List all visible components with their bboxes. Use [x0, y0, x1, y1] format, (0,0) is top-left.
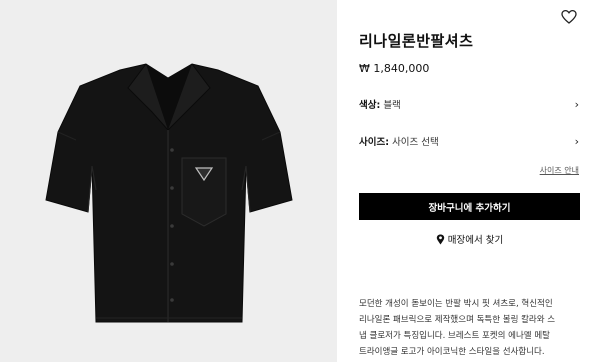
chevron-right-icon: › — [574, 97, 579, 111]
find-in-store-button[interactable]: 매장에서 찾기 — [359, 231, 580, 247]
chevron-right-icon: › — [574, 134, 579, 148]
color-value: 블랙 — [383, 100, 401, 111]
product-image — [45, 63, 293, 323]
product-image-panel — [0, 0, 337, 362]
product-description: 모던한 개성이 돋보이는 반팔 박시 핏 셔츠로, 혁신적인 리나일론 패브릭으… — [359, 296, 587, 360]
size-label: 사이즈: — [359, 137, 390, 148]
size-selector[interactable]: 사이즈: 사이즈 선택 › — [359, 133, 579, 149]
description-line: 리나일론 패브릭으로 제작했으며 독특한 볼링 칼라와 스 — [359, 315, 556, 325]
size-value: 사이즈 선택 — [392, 137, 439, 148]
product-price: ₩ 1,840,000 — [359, 62, 430, 75]
description-line: 냅 클로저가 특징입니다. 브레스트 포켓의 에나멜 메탈 — [359, 331, 550, 341]
color-option-text: 색상: 블랙 — [359, 97, 401, 111]
location-pin-icon — [436, 234, 444, 244]
size-guide-link[interactable]: 사이즈 안내 — [537, 165, 579, 176]
color-label: 색상: — [359, 100, 381, 111]
description-line: 모던한 개성이 돋보이는 반팔 박시 핏 셔츠로, 혁신적인 — [359, 299, 553, 309]
find-in-store-label: 매장에서 찾기 — [447, 235, 504, 246]
product-details-panel: 리나일론반팔셔츠 ₩ 1,840,000 색상: 블랙 › 사이즈: 사이즈 선… — [337, 0, 600, 362]
add-to-cart-button[interactable]: 장바구니에 추가하기 — [359, 193, 580, 220]
product-title: 리나일론반팔셔츠 — [359, 32, 474, 50]
heart-icon[interactable] — [561, 9, 577, 25]
size-option-text: 사이즈: 사이즈 선택 — [359, 134, 439, 148]
color-selector[interactable]: 색상: 블랙 › — [359, 96, 579, 112]
description-line: 트라이앵글 로고가 아이코닉한 스타일을 선사합니다. — [359, 347, 545, 357]
